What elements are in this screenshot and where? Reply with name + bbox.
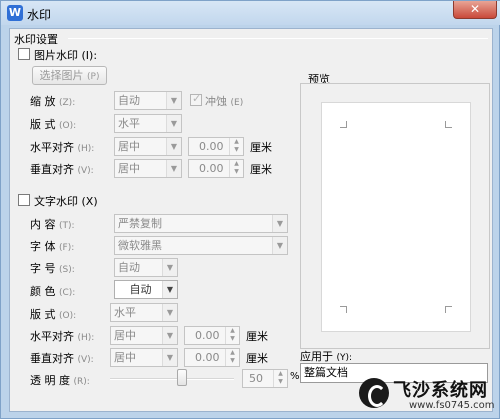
text-watermark-checkbox[interactable] [18, 194, 30, 206]
spin-arrows-icon[interactable]: ▲ ▼ [229, 138, 243, 155]
text-halign-unit: 厘米 [246, 330, 268, 343]
text-halign-offset[interactable]: 0.00 ▲ ▼ [184, 326, 240, 345]
text-layout-select[interactable]: 水平 ▼ [110, 303, 178, 322]
text-layout-label: 版 式 (O): [30, 308, 77, 321]
page-corner-mark [340, 306, 347, 313]
picture-valign-offset[interactable]: 0.00 ▲ ▼ [188, 159, 244, 178]
chevron-down-icon: ▼ [272, 237, 287, 254]
preview-panel [300, 83, 490, 349]
text-watermark-label: 文字水印 (X) [34, 195, 98, 208]
font-select[interactable]: 微软雅黑 ▼ [114, 236, 288, 255]
washout-label: 冲蚀 (E) [205, 95, 244, 108]
site-watermark-logo: 飞沙系统网 www.fs0745.com [359, 376, 495, 416]
chevron-down-icon: ▼ [162, 304, 177, 321]
spin-arrows-icon[interactable]: ▲ ▼ [225, 327, 239, 344]
opacity-slider-track[interactable] [110, 378, 234, 380]
picture-valign-select[interactable]: 居中 ▼ [114, 159, 182, 178]
chevron-down-icon: ▼ [166, 160, 181, 177]
picture-watermark-label: 图片水印 (I): [34, 49, 98, 62]
picture-valign-label: 垂直对齐 (V): [30, 163, 94, 176]
checkmark-icon: ✓ [192, 92, 202, 105]
picture-halign-label: 水平对齐 (H): [30, 141, 95, 154]
color-label: 颜 色 (C): [30, 285, 76, 298]
size-select[interactable]: 自动 ▼ [114, 258, 178, 277]
scale-select[interactable]: 自动 ▼ [114, 91, 182, 110]
chevron-down-icon: ▼ [162, 259, 177, 276]
picture-layout-select[interactable]: 水平 ▼ [114, 114, 182, 133]
chevron-down-icon: ▼ [162, 327, 177, 344]
content-select[interactable]: 严禁复制 ▼ [114, 214, 288, 233]
picture-valign-unit: 厘米 [250, 163, 272, 176]
page-corner-mark [445, 121, 452, 128]
text-valign-unit: 厘米 [246, 352, 268, 365]
content-label: 内 容 (T): [30, 218, 75, 231]
opacity-label: 透 明 度 (R): [30, 374, 90, 387]
wps-app-icon: W [7, 5, 23, 21]
washout-checkbox[interactable]: ✓ [190, 92, 202, 106]
picture-halign-select[interactable]: 居中 ▼ [114, 137, 182, 156]
select-picture-button[interactable]: 选择图片 (P) [32, 66, 107, 85]
picture-halign-unit: 厘米 [250, 141, 272, 154]
chevron-down-icon: ▼ [162, 349, 177, 366]
font-label: 字 体 (F): [30, 240, 75, 253]
chevron-down-icon: ▼ [166, 138, 181, 155]
apply-to-label: 应用于 (Y): [300, 350, 353, 363]
opacity-slider-thumb[interactable] [177, 369, 187, 386]
opacity-percent-sign: % [290, 371, 300, 382]
page-corner-mark [445, 306, 452, 313]
site-logo-name: 飞沙系统网 [393, 380, 488, 401]
color-select[interactable]: 自动 ▼ [114, 280, 178, 299]
text-valign-select[interactable]: 居中 ▼ [110, 348, 178, 367]
spin-arrows-icon[interactable]: ▲ ▼ [273, 370, 287, 387]
preview-page [321, 102, 471, 332]
spin-arrows-icon[interactable]: ▲ ▼ [225, 349, 239, 366]
chevron-down-icon: ▼ [166, 115, 181, 132]
opacity-input[interactable]: 50 ▲ ▼ [242, 369, 288, 388]
text-valign-label: 垂直对齐 (V): [30, 352, 94, 365]
page-corner-mark [340, 121, 347, 128]
title-bar[interactable]: W 水印 ✕ [1, 1, 500, 25]
picture-halign-offset[interactable]: 0.00 ▲ ▼ [188, 137, 244, 156]
chevron-down-icon: ▼ [272, 215, 287, 232]
text-halign-label: 水平对齐 (H): [30, 330, 95, 343]
size-label: 字 号 (S): [30, 262, 75, 275]
group-divider [68, 38, 488, 39]
picture-watermark-checkbox[interactable] [18, 48, 30, 60]
watermark-settings-heading: 水印设置 [14, 33, 58, 46]
chevron-down-icon: ▼ [166, 92, 181, 109]
text-valign-offset[interactable]: 0.00 ▲ ▼ [184, 348, 240, 367]
chevron-down-icon: ▼ [162, 281, 177, 298]
close-button[interactable]: ✕ [453, 1, 497, 19]
watermark-dialog: W 水印 ✕ 水印设置 图片水印 (I): 选择图片 (P) 缩 放 (Z): … [0, 0, 500, 419]
site-logo-url: www.fs0745.com [409, 400, 495, 411]
spin-arrows-icon[interactable]: ▲ ▼ [229, 160, 243, 177]
site-logo-icon [359, 378, 389, 408]
picture-layout-label: 版 式 (O): [30, 118, 77, 131]
text-halign-select[interactable]: 居中 ▼ [110, 326, 178, 345]
dialog-body: 水印设置 图片水印 (I): 选择图片 (P) 缩 放 (Z): 自动 ▼ ✓ 冲… [9, 28, 493, 412]
dialog-title: 水印 [27, 8, 52, 22]
scale-label: 缩 放 (Z): [30, 95, 76, 108]
